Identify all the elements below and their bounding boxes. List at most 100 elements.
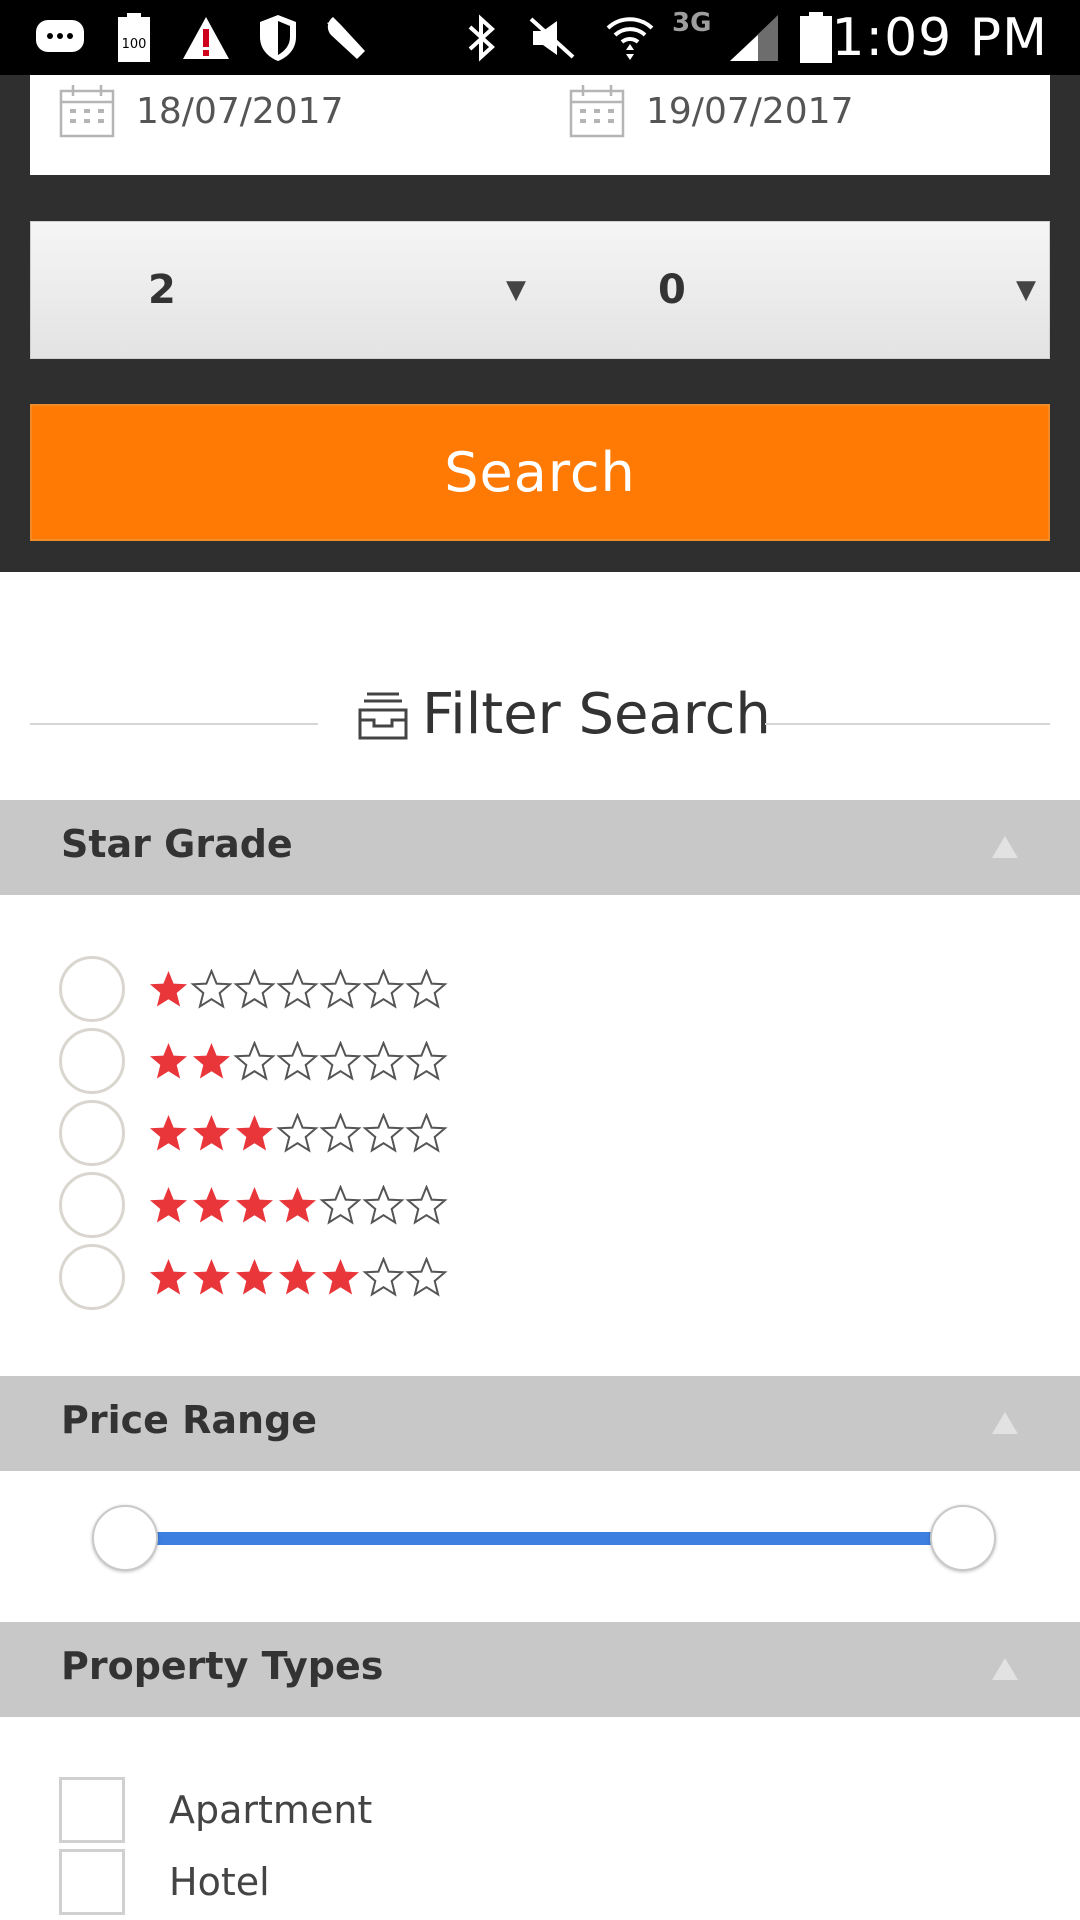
- star-grade-option[interactable]: [59, 956, 559, 1022]
- property-type-option[interactable]: Apartment: [59, 1776, 372, 1844]
- price-range-slider[interactable]: [92, 1505, 996, 1571]
- calendar-icon: [569, 85, 625, 138]
- date-card: 18/07/2017 19/07/2017: [30, 75, 1050, 175]
- section-label: Star Grade: [61, 822, 293, 866]
- inbox-tray-icon: [358, 692, 408, 740]
- adults-select[interactable]: 2 ▼: [31, 222, 541, 358]
- star-filled-icon: [150, 1259, 187, 1295]
- property-types-section-header[interactable]: Property Types: [0, 1622, 1080, 1717]
- star-empty-icon: [319, 1185, 362, 1225]
- search-panel: 18/07/2017 19/07/2017 2 ▼ 0 ▼ Search: [0, 75, 1080, 572]
- calendar-icon: [59, 85, 115, 138]
- star-grade-radio[interactable]: [59, 1244, 125, 1310]
- status-bar: 100 3G 1:09 PM: [0, 0, 1080, 75]
- check-in-date-field[interactable]: 18/07/2017: [58, 81, 344, 141]
- star-grade-radio[interactable]: [59, 1172, 125, 1238]
- star-empty-icon: [362, 1113, 405, 1153]
- star-filled-icon: [150, 1115, 187, 1151]
- wrench-icon: [322, 12, 374, 64]
- star-empty-icon: [233, 969, 276, 1009]
- star-empty-icon: [319, 1041, 362, 1081]
- chevron-down-icon: ▼: [1016, 275, 1036, 305]
- star-empty-icon: [190, 969, 233, 1009]
- star-empty-icon: [405, 1113, 448, 1153]
- star-empty-icon: [405, 1185, 448, 1225]
- check-out-date: 19/07/2017: [646, 90, 854, 132]
- star-filled-icon: [279, 1187, 316, 1223]
- star-empty-icon: [405, 1257, 448, 1297]
- star-grade-option[interactable]: [59, 1028, 559, 1094]
- network-type-label: 3G: [672, 8, 712, 38]
- star-empty-icon: [233, 1041, 276, 1081]
- star-grade-section-header[interactable]: Star Grade: [0, 800, 1080, 895]
- children-value: 0: [658, 267, 686, 313]
- adults-value: 2: [148, 267, 176, 313]
- property-type-label: Hotel: [169, 1860, 270, 1904]
- star-filled-icon: [322, 1259, 359, 1295]
- star-rating: [147, 969, 448, 1009]
- property-type-option[interactable]: Hotel: [59, 1848, 270, 1916]
- wifi-icon: [604, 12, 656, 64]
- star-grade-option[interactable]: [59, 1244, 559, 1310]
- battery-100-icon: 100: [108, 12, 160, 64]
- children-select[interactable]: 0 ▼: [541, 222, 1051, 358]
- price-range-track: [125, 1532, 963, 1545]
- mute-icon: [526, 12, 578, 64]
- guest-selector-row: 2 ▼ 0 ▼: [30, 221, 1050, 359]
- star-grade-radio[interactable]: [59, 1100, 125, 1166]
- star-empty-icon: [362, 969, 405, 1009]
- section-label: Price Range: [61, 1398, 318, 1442]
- star-filled-icon: [150, 1043, 187, 1079]
- price-range-section-header[interactable]: Price Range: [0, 1376, 1080, 1471]
- star-filled-icon: [193, 1187, 230, 1223]
- search-button[interactable]: Search: [30, 404, 1050, 541]
- check-in-date: 18/07/2017: [136, 90, 344, 132]
- star-rating: [147, 1185, 448, 1225]
- star-rating: [147, 1257, 448, 1297]
- star-empty-icon: [319, 1113, 362, 1153]
- star-filled-icon: [236, 1259, 273, 1295]
- star-rating: [147, 1113, 448, 1153]
- divider: [30, 723, 318, 725]
- filter-search-title: Filter Search: [422, 682, 771, 747]
- bluetooth-icon: [456, 12, 508, 64]
- star-empty-icon: [405, 1041, 448, 1081]
- star-empty-icon: [405, 969, 448, 1009]
- star-filled-icon: [236, 1115, 273, 1151]
- star-filled-icon: [193, 1043, 230, 1079]
- star-grade-radio[interactable]: [59, 1028, 125, 1094]
- signal-icon: [728, 12, 780, 64]
- collapse-caret-icon: [992, 836, 1018, 858]
- star-filled-icon: [279, 1259, 316, 1295]
- section-label: Property Types: [61, 1644, 384, 1688]
- collapse-caret-icon: [992, 1412, 1018, 1434]
- status-time: 1:09 PM: [831, 8, 1048, 68]
- star-empty-icon: [276, 969, 319, 1009]
- star-filled-icon: [150, 1187, 187, 1223]
- star-empty-icon: [276, 1113, 319, 1153]
- price-min-handle[interactable]: [92, 1505, 158, 1571]
- star-grade-option[interactable]: [59, 1100, 559, 1166]
- messenger-icon: [34, 12, 86, 64]
- star-rating: [147, 1041, 448, 1081]
- star-empty-icon: [319, 969, 362, 1009]
- check-out-date-field[interactable]: 19/07/2017: [568, 81, 854, 141]
- hotel-checkbox[interactable]: [59, 1849, 125, 1915]
- star-grade-radio[interactable]: [59, 956, 125, 1022]
- star-empty-icon: [276, 1041, 319, 1081]
- star-empty-icon: [362, 1257, 405, 1297]
- star-empty-icon: [362, 1185, 405, 1225]
- star-filled-icon: [193, 1259, 230, 1295]
- shield-icon: [252, 12, 304, 64]
- filter-search-header: Filter Search: [0, 680, 1080, 760]
- star-grade-option[interactable]: [59, 1172, 559, 1238]
- chevron-down-icon: ▼: [506, 275, 526, 305]
- property-type-label: Apartment: [169, 1788, 373, 1832]
- battery-level-text: 100: [122, 37, 147, 52]
- star-filled-icon: [236, 1187, 273, 1223]
- price-max-handle[interactable]: [930, 1505, 996, 1571]
- collapse-caret-icon: [992, 1658, 1018, 1680]
- star-empty-icon: [362, 1041, 405, 1081]
- divider: [765, 723, 1050, 725]
- apartment-checkbox[interactable]: [59, 1777, 125, 1843]
